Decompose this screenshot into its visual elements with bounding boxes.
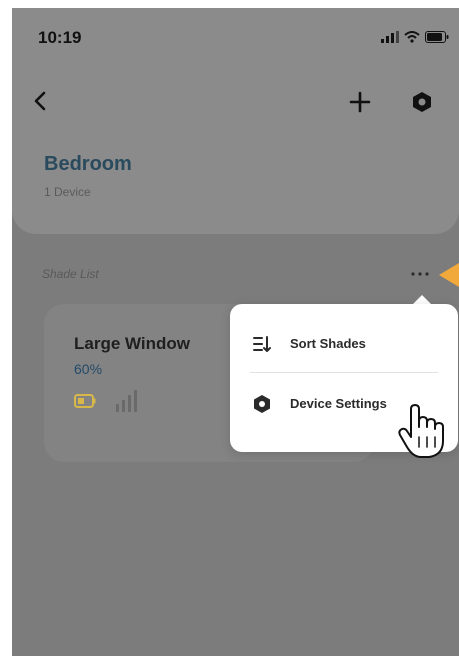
- room-device-count: 1 Device: [44, 185, 91, 199]
- sort-icon: [253, 336, 271, 352]
- shade-position: 60%: [74, 361, 103, 377]
- more-ellipsis-icon[interactable]: [408, 266, 432, 282]
- add-plus-icon[interactable]: [348, 90, 372, 114]
- menu-label-device-settings: Device Settings: [290, 396, 387, 411]
- battery-icon: [425, 31, 449, 43]
- status-time: 10:19: [38, 28, 82, 47]
- app-screen: 10:19 Bedroom 1 Device Shade List Large …: [12, 8, 459, 656]
- battery-icon: [74, 394, 96, 408]
- menu-divider: [250, 372, 438, 373]
- pointer-arrow-icon: [439, 263, 459, 287]
- wifi-icon: [404, 31, 420, 43]
- room-title: Bedroom: [44, 153, 132, 175]
- status-bar: 10:19: [12, 8, 459, 64]
- hexagon-gear-icon: [254, 395, 270, 413]
- menu-label-sort-shades: Sort Shades: [290, 336, 366, 351]
- signal-strength-icon: [116, 390, 137, 412]
- back-chevron-icon[interactable]: [30, 90, 52, 112]
- menu-item-sort-shades[interactable]: Sort Shades: [230, 314, 458, 374]
- settings-hexagon-icon[interactable]: [411, 91, 433, 113]
- status-icons: [381, 30, 449, 44]
- nav-bar: [12, 86, 459, 116]
- shade-list-label: Shade List: [42, 267, 99, 281]
- signal-icon: [381, 31, 399, 43]
- hand-pointer-cursor-icon: [398, 404, 444, 458]
- shade-name: Large Window: [74, 334, 191, 353]
